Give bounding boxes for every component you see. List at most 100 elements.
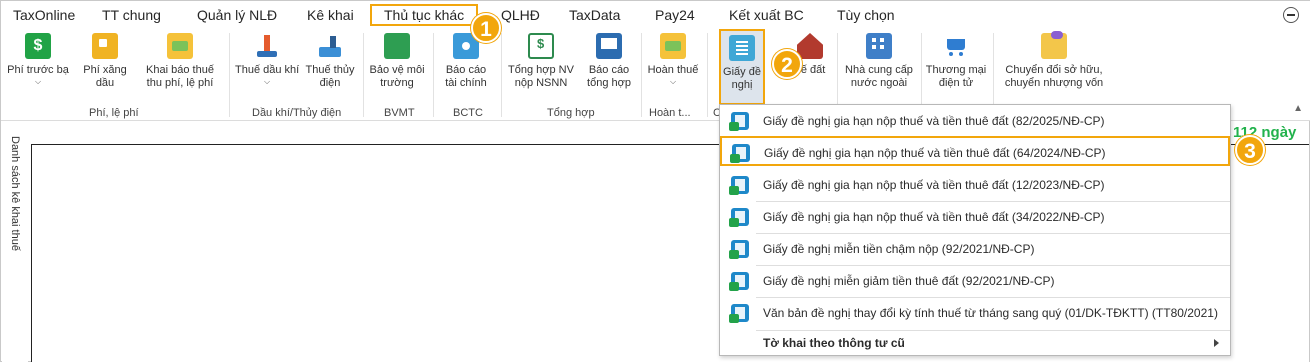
phi-xang-dau-button[interactable]: Phí xăng dầu [79, 33, 131, 90]
button-label: điện [319, 77, 341, 89]
thuong-mai-dien-tu-button[interactable]: Thương mại điện tử [925, 33, 987, 90]
button-label: nước ngoài [850, 77, 908, 89]
dropdown-item[interactable]: Giấy đề nghị gia hạn nộp thuế và tiền th… [721, 106, 1229, 136]
hydropower-icon [317, 33, 343, 59]
button-label: thu phí, lệ phí [146, 77, 214, 89]
button-label: Tổng hợp NV [508, 64, 574, 76]
group-label-bvmt: BVMT [384, 107, 415, 119]
tab-taxdata[interactable]: TaxData [569, 6, 620, 26]
step-badge-1: 1 [471, 13, 501, 43]
left-collapsed-panel[interactable]: Danh sách kê khai thuế [2, 122, 28, 362]
thue-thuy-dien-button[interactable]: Thuế thủy điện [303, 33, 357, 90]
leaf-icon [384, 33, 410, 59]
cart-icon [943, 33, 969, 59]
tab-ke-khai[interactable]: Kê khai [307, 6, 354, 26]
button-label: tài chính [445, 77, 487, 89]
group-separator [363, 33, 364, 117]
tab-ket-xuat-bc[interactable]: Kết xuất BC [729, 6, 804, 26]
group-separator [229, 33, 230, 117]
group-separator [433, 33, 434, 117]
group-separator [707, 33, 708, 117]
document-icon [730, 144, 750, 163]
dropdown-item-label: Giấy đề nghị gia hạn nộp thuế và tiền th… [763, 210, 1105, 224]
dropdown-item-highlighted[interactable]: Giấy đề nghị gia hạn nộp thuế và tiền th… [720, 136, 1230, 166]
document-icon [729, 112, 749, 131]
tab-pay24[interactable]: Pay24 [655, 6, 695, 26]
dropdown-item-label: Giấy đề nghị miễn tiền chậm nộp (92/2021… [763, 242, 1035, 256]
giay-de-nghi-button[interactable]: Giấy đề nghị [719, 29, 765, 105]
phi-truoc-ba-button[interactable]: $ Phí trước bạ ⌵ [7, 33, 69, 87]
khai-bao-thue-phi-button[interactable]: Khai báo thuế thu phí, lệ phí [141, 33, 219, 90]
step-badge-2: 2 [772, 49, 802, 79]
dropdown-item[interactable]: Văn bản đề nghị thay đổi kỳ tính thuế từ… [721, 298, 1229, 328]
chuyen-doi-so-huu-button[interactable]: Chuyển đổi sở hữu, chuyển nhượng vốn [999, 31, 1109, 90]
menu-bar: TaxOnline TT chung Quản lý NLĐ Kê khai T… [1, 1, 1310, 29]
nha-cung-cap-nuoc-ngoai-button[interactable]: Nhà cung cấp nước ngoài [843, 33, 915, 90]
button-label: dầu [95, 77, 115, 89]
thue-dau-khi-button[interactable]: Thuế dầu khí ⌵ [235, 33, 299, 87]
button-label: Thuế dầu khí [235, 64, 300, 76]
dropdown-item[interactable]: Giấy đề nghị miễn tiền chậm nộp (92/2021… [721, 234, 1229, 264]
button-label: nghị [731, 79, 753, 91]
dropdown-item-label: Giấy đề nghị gia hạn nộp thuế và tiền th… [763, 178, 1105, 192]
group-label-phi-le-phi: Phí, lệ phí [89, 107, 139, 119]
dropdown-submenu-old-forms[interactable]: Tờ khai theo thông tư cũ [721, 331, 1229, 355]
button-label: Bảo vệ môi [369, 64, 425, 76]
giay-de-nghi-dropdown: Giấy đề nghị gia hạn nộp thuế và tiền th… [719, 104, 1231, 356]
document-icon [729, 35, 755, 61]
tab-qlhd[interactable]: QLHĐ [501, 6, 540, 26]
dropdown-item[interactable]: Giấy đề nghị miễn giảm tiền thuê đất (92… [721, 266, 1229, 296]
button-label: Phí xăng [83, 64, 127, 76]
dollar-icon: $ [25, 33, 51, 59]
button-label: Báo cáo [445, 64, 487, 76]
dropdown-item-label: Tờ khai theo thông tư cũ [763, 336, 905, 350]
button-label: trường [380, 77, 414, 89]
document-icon [729, 272, 749, 291]
presentation-icon [596, 33, 622, 59]
chevron-down-icon: ⌵ [669, 77, 677, 86]
button-label: Thuế thủy [305, 64, 355, 76]
group-separator [501, 33, 502, 117]
dropdown-item-label: Văn bản đề nghị thay đổi kỳ tính thuế từ… [763, 306, 1218, 320]
step-badge-3: 3 [1235, 135, 1265, 165]
chevron-right-icon [1214, 339, 1219, 347]
fuel-pump-icon [92, 33, 118, 59]
money-bag-icon [167, 33, 193, 59]
app-window: TaxOnline TT chung Quản lý NLĐ Kê khai T… [0, 0, 1310, 362]
button-label: Khai báo thuế [146, 64, 214, 76]
button-label: Báo cáo [588, 64, 630, 76]
button-label: Chuyển đổi sở hữu, [1005, 64, 1103, 76]
collapse-ribbon-icon[interactable]: ▲ [1293, 103, 1303, 114]
spreadsheet-icon [528, 33, 554, 59]
group-label-hoan-thue: Hoàn t... [649, 107, 691, 119]
oil-rig-icon [254, 33, 280, 59]
tong-hop-nv-button[interactable]: Tổng hợp NV nộp NSNN [506, 33, 576, 90]
button-label: Nhà cung cấp [845, 64, 913, 76]
hoan-thue-button[interactable]: Hoàn thuế ⌵ [645, 33, 701, 87]
refund-icon [660, 33, 686, 59]
button-label: Phí trước bạ [7, 64, 69, 76]
dropdown-item-label: Giấy đề nghị miễn giảm tiền thuê đất (92… [763, 274, 1055, 288]
building-icon [866, 33, 892, 59]
group-separator [641, 33, 642, 117]
tab-taxonline[interactable]: TaxOnline [13, 6, 75, 26]
group-label-bctc: BCTC [453, 107, 483, 119]
group-label-dau-khi: Dầu khí/Thủy điện [252, 107, 342, 119]
tab-quan-ly-nld[interactable]: Quản lý NLĐ [197, 6, 277, 26]
dropdown-item[interactable]: Giấy đề nghị gia hạn nộp thuế và tiền th… [721, 170, 1229, 200]
chevron-down-icon: ⌵ [263, 77, 271, 86]
dropdown-item-label: Giấy đề nghị gia hạn nộp thuế và tiền th… [763, 114, 1105, 128]
minimize-ribbon-icon[interactable] [1283, 7, 1299, 23]
dropdown-item[interactable]: Giấy đề nghị gia hạn nộp thuế và tiền th… [721, 202, 1229, 232]
tab-thu-tuc-khac[interactable]: Thủ tục khác [370, 4, 479, 26]
house-icon [797, 33, 823, 59]
button-label: chuyển nhượng vốn [1004, 77, 1104, 89]
group-label-tong-hop: Tổng hợp [547, 107, 595, 119]
button-label: tổng hợp [587, 77, 631, 89]
document-icon [729, 304, 749, 323]
button-label: điện tử [938, 77, 974, 89]
tab-tt-chung[interactable]: TT chung [102, 6, 161, 26]
bao-ve-moi-truong-button[interactable]: Bảo vệ môi trường [368, 33, 426, 90]
bao-cao-tong-hop-button[interactable]: Báo cáo tổng hợp [583, 33, 635, 90]
tab-tuy-chon[interactable]: Tùy chọn [837, 6, 895, 26]
